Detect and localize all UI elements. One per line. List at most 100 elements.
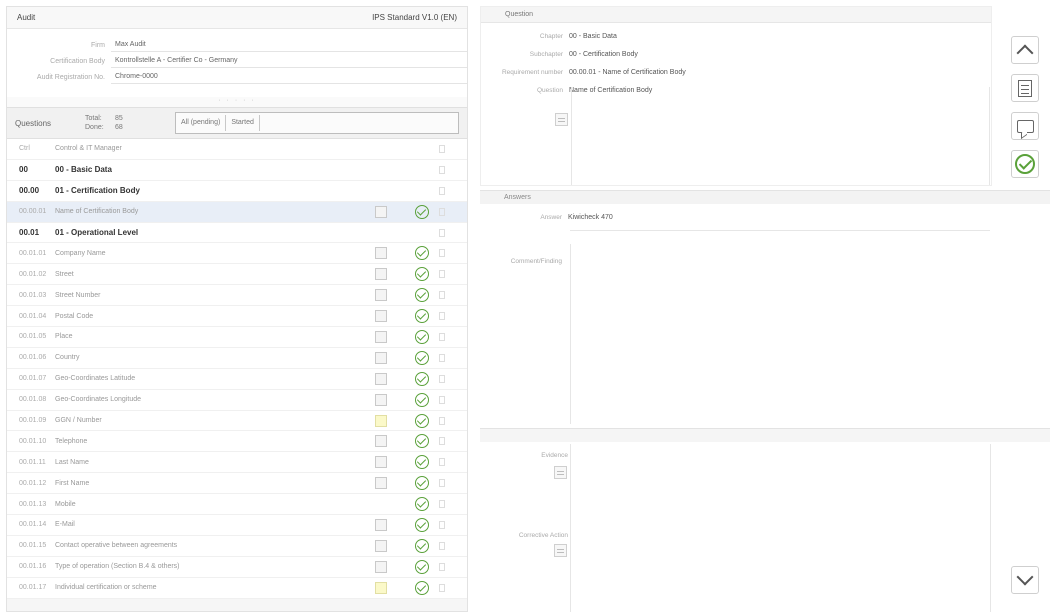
edit-icon[interactable] [375,518,387,531]
check-circle-icon [415,559,429,574]
status-marker [439,270,445,279]
filter-pending[interactable]: All (pending) [176,115,227,131]
question-row[interactable]: Ctrl Control & IT Manager [7,139,467,160]
question-row[interactable]: 00.01.10 Telephone [7,431,467,453]
edit-icon[interactable] [375,393,387,406]
field-label: Requirement number [501,68,563,76]
question-row[interactable]: 00.01.12 First Name [7,473,467,495]
check-circle-icon [415,517,429,532]
question-row[interactable]: 00.01.15 Contact operative between agreem… [7,536,467,557]
check-circle-icon [415,413,429,428]
status-marker [439,144,445,153]
edit-icon[interactable] [375,289,387,302]
question-name: Contact operative between agreements [55,542,178,550]
question-row[interactable]: 00.01 01 - Operational Level [7,223,467,244]
question-row[interactable]: 00 00 - Basic Data [7,160,467,181]
divider [570,230,990,231]
filter-started[interactable]: Started [226,115,260,131]
question-row[interactable]: 00.01.06 Country [7,348,467,369]
standard-label: IPS Standard V1.0 (EN) [372,13,457,22]
edit-icon[interactable] [375,560,387,573]
edit-icon[interactable] [375,247,387,260]
question-row[interactable]: 00.01.13 Mobile [7,494,467,516]
check-circle-icon [415,350,429,365]
question-name: Company Name [55,249,106,257]
next-button[interactable] [1011,566,1039,594]
question-row[interactable]: 00.01.03 Street Number [7,285,467,307]
notes-icon[interactable] [555,113,568,126]
question-row[interactable]: 00.01.07 Geo-Coordinates Latitude [7,369,467,390]
evidence-icon[interactable] [554,466,567,479]
confirm-button[interactable] [1011,150,1039,178]
info-value[interactable]: Max Audit [111,38,467,52]
question-name: Place [55,333,73,341]
status-marker [439,312,445,321]
field-row: Question Name of Certification Body [481,81,991,99]
filter-bar[interactable]: All (pending) Started [175,112,459,134]
question-code: 00.01.08 [19,396,47,404]
question-row[interactable]: 00.01.17 Individual certification or sche… [7,578,467,599]
answer-value[interactable]: Kiwicheck 470 [568,214,613,221]
splitter-grip[interactable]: · · · · · [7,97,467,107]
edit-icon[interactable] [375,581,387,594]
info-value[interactable]: Chrome-0000 [111,70,467,84]
question-row[interactable]: 00.01.02 Street [7,264,467,286]
edit-icon[interactable] [375,539,387,552]
question-row[interactable]: 00.01.08 Geo-Coordinates Longitude [7,390,467,411]
edit-icon[interactable] [375,205,387,218]
edit-icon[interactable] [375,310,387,323]
previous-button[interactable] [1011,36,1039,64]
edit-icon[interactable] [375,268,387,281]
edit-icon[interactable] [375,435,387,448]
field-label: Comment/Finding [510,257,562,265]
edit-icon[interactable] [375,477,387,490]
status-marker [439,353,445,362]
divider [570,244,571,424]
corrective-action-icon[interactable] [554,544,567,557]
edit-icon[interactable] [375,351,387,364]
info-row: Audit Registration No. Chrome-0000 [7,69,467,85]
question-row[interactable]: 00.01.04 Postal Code [7,306,467,328]
status-marker [439,291,445,300]
check-circle-icon [415,267,429,282]
documents-button[interactable] [1011,74,1039,102]
edit-icon[interactable] [375,372,387,385]
edit-icon[interactable] [375,456,387,469]
chevron-down-icon [1016,568,1034,586]
comments-button[interactable] [1011,112,1039,140]
check-circle-icon [415,371,429,386]
question-code: 00.01.02 [19,270,47,278]
question-row[interactable]: 00.01.01 Company Name [7,243,467,265]
section-bar [480,428,1050,442]
question-name: Last Name [55,458,89,466]
question-row[interactable]: 00.01.14 E-Mail [7,515,467,536]
field-value: 00.00.01 - Name of Certification Body [569,68,686,76]
check-circle-icon [415,309,429,324]
question-row[interactable]: 00.01.11 Last Name [7,452,467,474]
status-marker [439,520,445,529]
audit-title: Audit [17,13,36,22]
question-code: 00.01.07 [19,375,47,383]
field-row: Subchapter 00 - Certification Body [481,45,991,63]
question-header: Question [481,7,991,23]
question-row[interactable]: 00.01.05 Place [7,327,467,348]
edit-icon[interactable] [375,414,387,427]
info-row: Firm Max Audit [7,37,467,53]
info-value[interactable]: Kontrollstelle A - Certifier Co - German… [111,54,467,68]
field-value: Name of Certification Body [569,86,653,94]
question-row[interactable]: 00.00 01 - Certification Body [7,181,467,202]
answers-panel: Answer Kiwicheck 470 Comment/Finding [480,204,1050,426]
check-circle-icon [415,538,429,553]
question-row[interactable]: 00.01.16 Type of operation (Section B.4 &… [7,557,467,578]
status-marker [439,374,445,383]
status-marker [439,165,445,174]
question-name: 01 - Operational Level [55,228,139,237]
question-code: 00.01.11 [19,458,46,466]
check-circle-icon [1015,154,1035,174]
check-circle-icon [415,455,429,470]
question-row[interactable]: 00.00.01 Name of Certification Body [7,201,467,223]
status-marker [439,249,445,258]
question-row[interactable]: 00.01.09 GGN / Number [7,411,467,432]
question-code: 00.01.10 [19,437,47,445]
edit-icon[interactable] [375,330,387,343]
